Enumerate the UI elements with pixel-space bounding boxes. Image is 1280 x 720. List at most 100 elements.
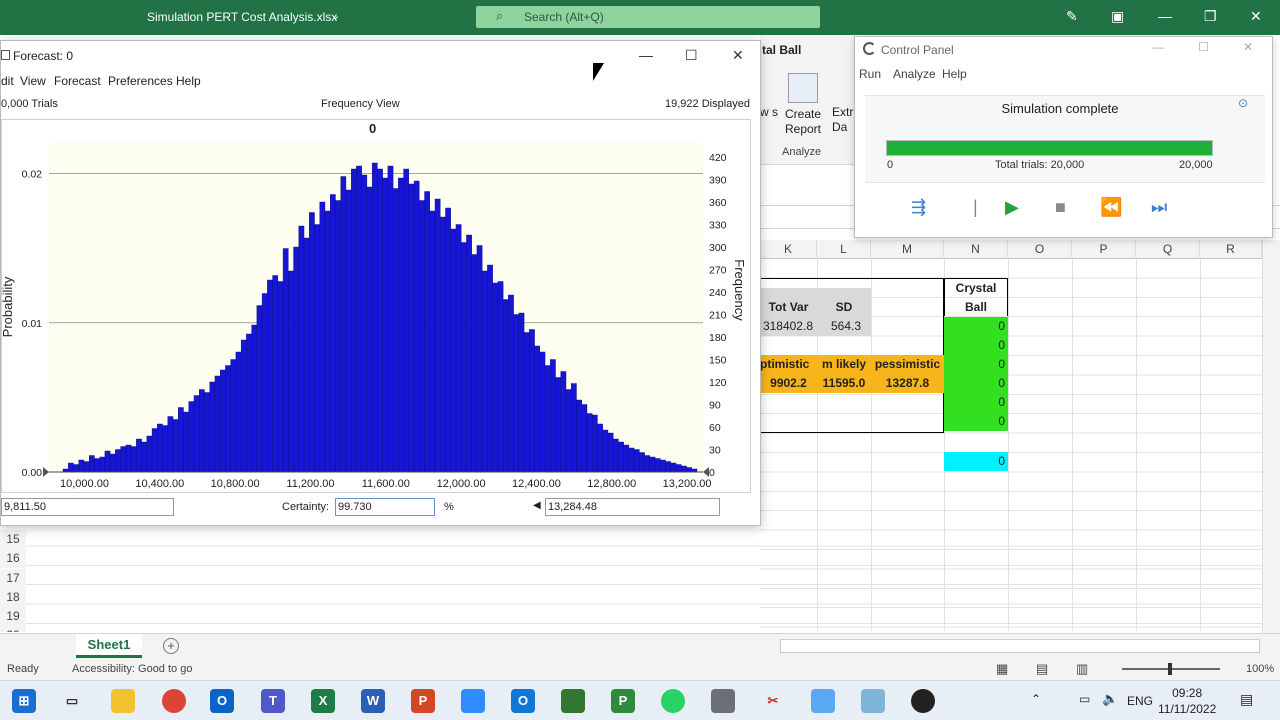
column-header-r[interactable]: R xyxy=(1200,240,1262,259)
menu-help[interactable]: Help xyxy=(176,74,201,88)
cell-optimistic-value[interactable]: 9902.2 xyxy=(760,374,817,393)
stop-icon[interactable]: ■ xyxy=(1055,197,1066,218)
ribbon-partial-left[interactable]: w s xyxy=(760,105,778,120)
calculator-icon[interactable] xyxy=(711,689,735,713)
row-number[interactable]: 20 xyxy=(0,626,26,632)
column-header-m[interactable]: M xyxy=(871,240,944,259)
outlook-icon[interactable]: O xyxy=(210,689,234,713)
left-value-field[interactable]: 9,811.50 xyxy=(1,498,174,516)
extract-data-button[interactable]: Extr Da xyxy=(832,105,855,135)
lower-grid[interactable]: 15 16 17 18 19 20 xyxy=(0,527,1262,632)
cell-n-value[interactable]: 0 xyxy=(944,374,1008,393)
chrome-icon[interactable] xyxy=(162,689,186,713)
cell-n-value[interactable]: 0 xyxy=(944,412,1008,431)
teams-icon[interactable]: T xyxy=(261,689,285,713)
column-header-o[interactable]: O xyxy=(1008,240,1072,259)
zoom-icon[interactable] xyxy=(461,689,485,713)
add-sheet-button[interactable]: + xyxy=(163,638,179,654)
close-icon[interactable]: ✕ xyxy=(732,47,744,64)
menu-view[interactable]: View xyxy=(20,74,46,88)
minimize-icon[interactable]: — xyxy=(1158,8,1172,24)
network-icon[interactable]: ▭ xyxy=(1079,692,1090,706)
cell-crystal-ball-header[interactable]: Crystal Ball xyxy=(944,278,1008,316)
project-icon[interactable] xyxy=(561,689,585,713)
menu-help[interactable]: Help xyxy=(942,67,967,81)
word-icon[interactable]: W xyxy=(361,689,385,713)
minimize-icon[interactable]: — xyxy=(639,47,653,63)
certainty-field[interactable]: 99.730 xyxy=(335,498,435,516)
menu-edit[interactable]: dit xyxy=(1,74,14,88)
chevron-up-icon[interactable]: ⌃ xyxy=(1031,692,1041,706)
zoom-slider[interactable] xyxy=(1122,663,1220,675)
app-icon[interactable] xyxy=(811,689,835,713)
collapse-icon[interactable]: ⊙ xyxy=(1238,96,1248,110)
notifications-icon[interactable]: ▤ xyxy=(1240,691,1253,708)
maximize-icon[interactable]: ☐ xyxy=(685,47,698,64)
powerpoint-icon[interactable]: P xyxy=(411,689,435,713)
column-header-l[interactable]: L xyxy=(817,240,871,259)
row-number[interactable]: 19 xyxy=(0,607,26,626)
cell-n-summary[interactable]: 0 xyxy=(944,452,1008,471)
cell-pessimistic-value[interactable]: 13287.8 xyxy=(871,374,944,393)
column-header-n[interactable]: N xyxy=(944,240,1008,259)
cell-sd-value[interactable]: 564.3 xyxy=(817,317,871,336)
play-icon[interactable]: ▶ xyxy=(1005,197,1019,218)
page-break-icon[interactable]: ▥ xyxy=(1076,661,1088,677)
vertical-scrollbar[interactable] xyxy=(1262,240,1280,633)
cell-n-value[interactable]: 0 xyxy=(944,355,1008,374)
cell-most-likely-value[interactable]: 11595.0 xyxy=(817,374,871,393)
row-number[interactable]: 18 xyxy=(0,588,26,607)
chevron-down-icon[interactable]: ⌄ xyxy=(331,9,340,22)
close-icon[interactable]: ✕ xyxy=(1243,40,1253,54)
horizontal-scrollbar[interactable] xyxy=(780,639,1260,653)
document-title[interactable]: Simulation PERT Cost Analysis.xlsx xyxy=(147,10,337,24)
project-alt-icon[interactable]: P xyxy=(611,689,635,713)
column-header-k[interactable]: K xyxy=(760,240,817,259)
cell-tot-var-value[interactable]: 318402.8 xyxy=(760,317,817,336)
run-preferences-icon[interactable]: ⇶ xyxy=(911,197,926,218)
menu-preferences[interactable]: Preferences xyxy=(108,74,173,88)
excel-icon[interactable]: X xyxy=(311,689,335,713)
task-view-icon[interactable]: ▭ xyxy=(60,689,84,713)
maximize-icon[interactable]: ☐ xyxy=(1198,40,1209,54)
clock[interactable]: 09:28 11/11/2022 xyxy=(1158,685,1216,717)
recorder-icon[interactable] xyxy=(911,689,935,713)
left-arrow-icon[interactable]: ◀ xyxy=(533,500,541,511)
ribbon-tab-title[interactable]: tal Ball xyxy=(762,43,801,57)
cell-n-value[interactable]: 0 xyxy=(944,393,1008,412)
histogram-chart[interactable]: 10,000.00 10,400.00 10,800.00 11,200.00 11,6… xyxy=(2,120,752,494)
cell-pessimistic-header[interactable]: pessimistic xyxy=(871,355,944,374)
language-indicator[interactable]: ENG xyxy=(1127,694,1153,708)
app-alt-icon[interactable] xyxy=(861,689,885,713)
right-value-field[interactable]: 13,284.48 xyxy=(545,498,720,516)
cell-optimistic-header[interactable]: ptimistic xyxy=(760,355,817,374)
menu-run[interactable]: Run xyxy=(859,67,881,81)
restore-icon[interactable]: ❐ xyxy=(1204,8,1217,25)
menu-analyze[interactable]: Analyze xyxy=(893,67,936,81)
snipping-tool-icon[interactable]: ✂ xyxy=(761,689,785,713)
column-header-q[interactable]: Q xyxy=(1136,240,1200,259)
create-report-button[interactable]: Create Report xyxy=(780,73,826,137)
row-number[interactable]: 16 xyxy=(0,549,26,568)
cell-most-likely-header[interactable]: m likely xyxy=(817,355,871,374)
step-icon[interactable]: ⏭ xyxy=(1151,197,1167,218)
cell-n-value[interactable]: 0 xyxy=(944,336,1008,355)
row-number[interactable]: 15 xyxy=(0,530,26,549)
normal-view-icon[interactable]: ▦ xyxy=(996,661,1008,677)
cell-n-value[interactable]: 0 xyxy=(944,317,1008,336)
ribbon-display-icon[interactable]: ▣ xyxy=(1111,8,1124,25)
sheet-tab[interactable]: Sheet1 xyxy=(76,634,142,658)
menu-forecast[interactable]: Forecast xyxy=(54,74,101,88)
search-box[interactable]: ⌕ Search (Alt+Q) xyxy=(476,6,820,28)
reset-icon[interactable]: ⏪ xyxy=(1100,197,1122,218)
pen-icon[interactable]: ✎ xyxy=(1066,8,1078,25)
file-explorer-icon[interactable] xyxy=(111,689,135,713)
zoom-level[interactable]: 100% xyxy=(1246,663,1274,675)
column-header-p[interactable]: P xyxy=(1072,240,1136,259)
windows-start-icon[interactable]: ⊞ xyxy=(12,689,36,713)
whatsapp-icon[interactable] xyxy=(661,689,685,713)
outlook-alt-icon[interactable]: O xyxy=(511,689,535,713)
view-type[interactable]: Frequency View xyxy=(321,98,400,110)
volume-icon[interactable]: 🔈 xyxy=(1102,691,1118,707)
minimize-icon[interactable]: — xyxy=(1152,40,1164,54)
